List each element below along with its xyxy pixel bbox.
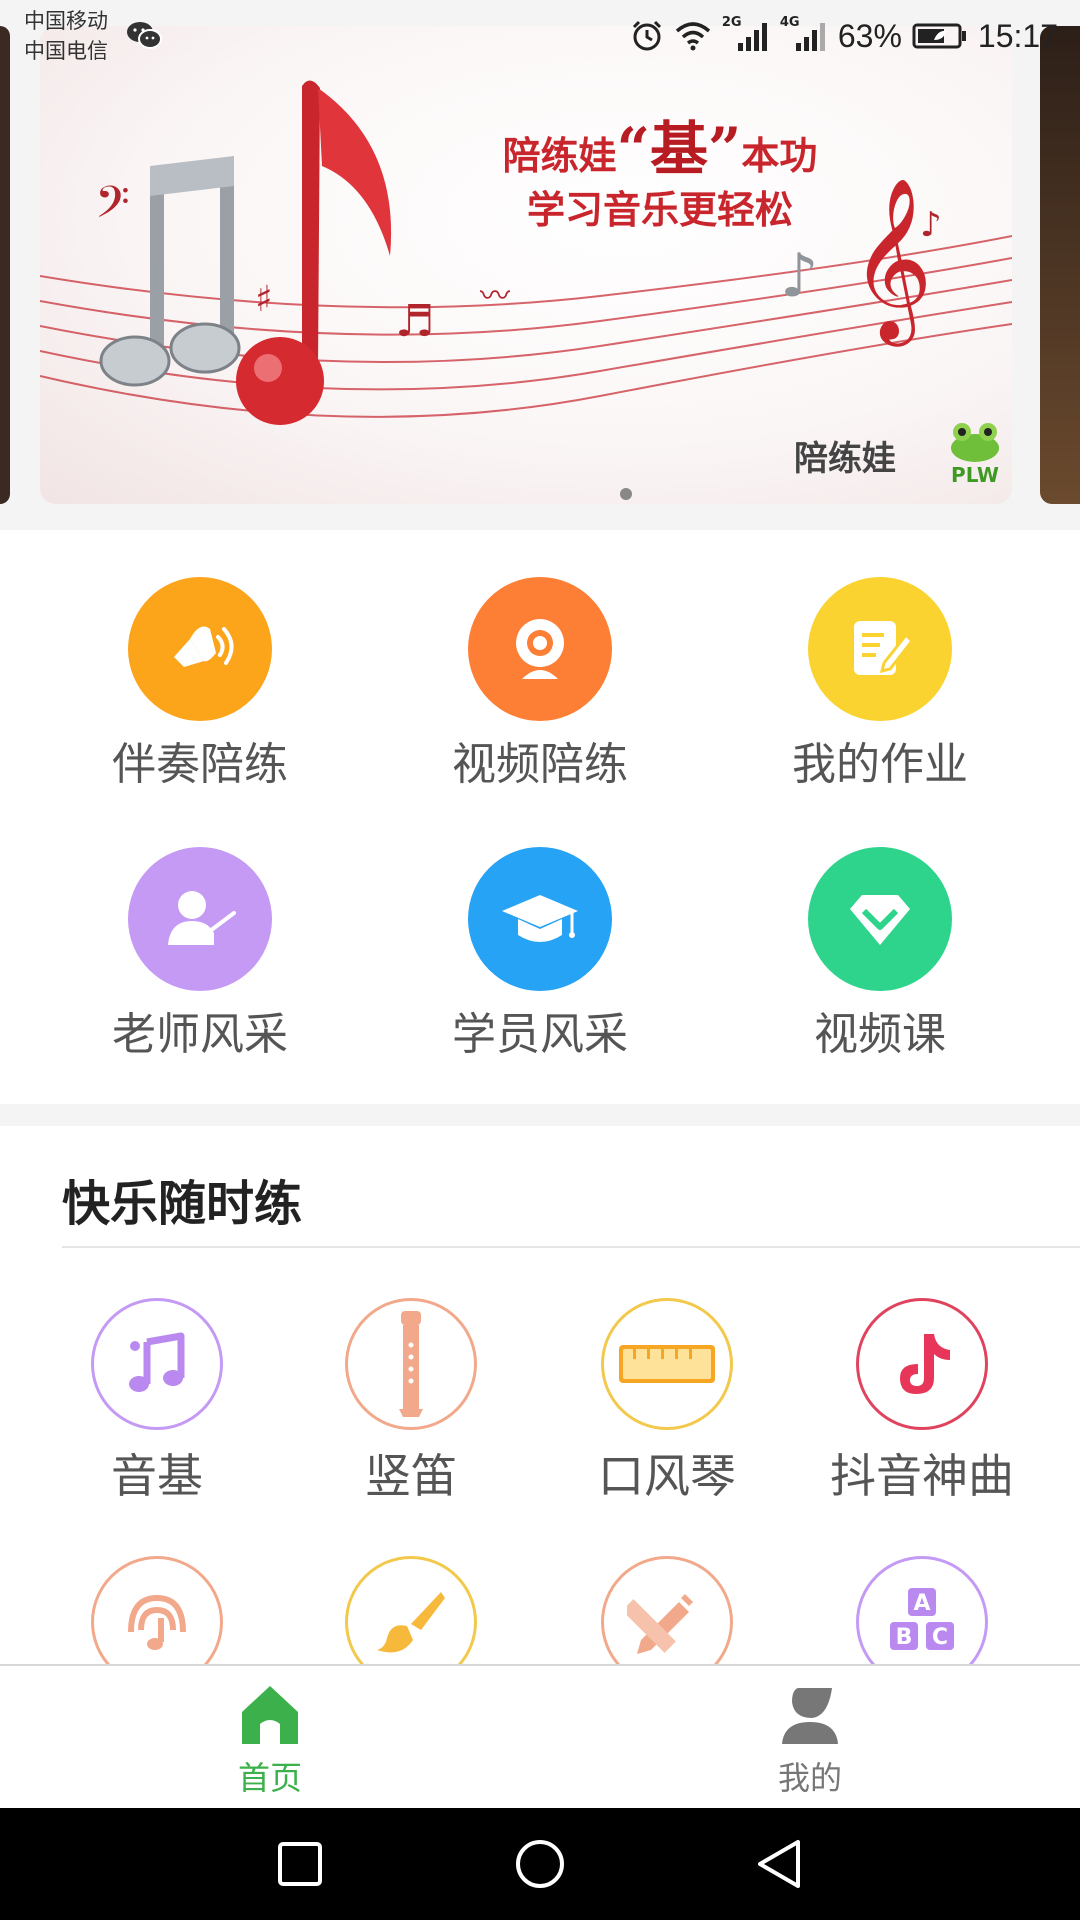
tool-label: 竖笛	[365, 1449, 457, 1503]
menu-teacher-showcase[interactable]: 老师风采	[50, 800, 350, 1060]
frog-logo-icon: PLW	[951, 423, 999, 487]
banner-brand-text: 陪练娃	[794, 439, 896, 479]
menu-circle	[808, 847, 952, 991]
battery-icon	[912, 23, 966, 49]
banner-prev-peek[interactable]	[0, 26, 10, 504]
menu-student-showcase[interactable]: 学员风采	[390, 800, 690, 1060]
svg-text:♬: ♬	[395, 296, 434, 347]
svg-text:𝄞: 𝄞	[850, 177, 933, 347]
tool-douyin-hits[interactable]: 抖音神曲	[812, 1298, 1032, 1508]
svg-text:𝄢: 𝄢	[95, 176, 130, 239]
menu-label: 学员风采	[452, 1009, 628, 1060]
tool-melodica[interactable]: 口风琴	[557, 1298, 777, 1508]
tool-ring	[601, 1298, 733, 1430]
status-indicators: 2G 4G 63% 15:17	[630, 14, 1058, 58]
svg-text:〰: 〰	[480, 279, 510, 314]
pencil-ruler-icon	[627, 1594, 693, 1654]
diamond-icon	[850, 895, 910, 945]
tool-ring	[91, 1298, 223, 1430]
menu-label: 老师风采	[112, 1009, 288, 1060]
headline-suffix: 本功	[741, 133, 818, 178]
menu-label: 我的作业	[792, 739, 968, 790]
graduation-cap-icon	[502, 895, 578, 942]
tab-home-label: 首页	[237, 1759, 302, 1797]
feature-menu-grid: 伴奏陪练 视频陪练 我的作业 老师风采 学员风采 视频课	[0, 530, 1080, 1104]
svg-text:B: B	[896, 1625, 913, 1650]
tab-mine[interactable]: 我的	[540, 1666, 1080, 1808]
listening-icon	[128, 1594, 186, 1650]
red-eighth-note-icon	[236, 80, 392, 425]
svg-text:C: C	[932, 1625, 948, 1650]
menu-video-practice[interactable]: 视频陪练	[390, 530, 690, 790]
banner-next-peek[interactable]	[1040, 26, 1080, 504]
svg-text:♪: ♪	[920, 205, 942, 245]
tool-label: 抖音神曲	[830, 1449, 1014, 1503]
tool-music-theory[interactable]: 音基	[47, 1298, 267, 1508]
wechat-icon	[127, 22, 162, 49]
menu-my-homework[interactable]: 我的作业	[730, 530, 1030, 790]
paintbrush-icon	[377, 1592, 445, 1653]
tool-ring	[345, 1298, 477, 1430]
tab-mine-label: 我的	[777, 1759, 842, 1797]
tool-recorder[interactable]: 竖笛	[301, 1298, 521, 1508]
melodica-icon	[619, 1345, 715, 1383]
status-bar: 中国移动 中国电信 2G 4G 63% 15:17	[0, 0, 1080, 76]
signal-2g-icon: 2G	[722, 15, 770, 53]
tool-label: 音基	[111, 1449, 203, 1503]
carrier-1: 中国移动	[24, 9, 108, 33]
menu-circle	[468, 847, 612, 991]
menu-circle	[128, 577, 272, 721]
signal-4g-icon: 4G	[780, 15, 828, 53]
headline-prefix: 陪练娃	[502, 133, 617, 178]
battery-percent: 63%	[837, 17, 902, 54]
homework-icon	[854, 621, 915, 675]
menu-accompaniment-practice[interactable]: 伴奏陪练	[50, 530, 350, 790]
user-icon	[782, 1688, 838, 1744]
carrier-2: 中国电信	[24, 39, 108, 63]
menu-circle	[128, 847, 272, 991]
tab-home[interactable]: 首页	[0, 1666, 540, 1808]
svg-text:A: A	[913, 1591, 930, 1616]
wifi-icon	[675, 22, 711, 51]
recorder-icon	[399, 1311, 423, 1417]
headline-line2: 学习音乐更轻松	[526, 187, 793, 232]
clock-time: 15:17	[977, 17, 1058, 54]
alarm-icon	[632, 20, 661, 51]
banner-carousel[interactable]: 𝄢 ♯ ♬ 〰 ♪ 𝄞 ♪ 陪练娃“基”本功 学习音乐更轻松 陪练娃 PLW	[0, 0, 1080, 530]
menu-label: 伴奏陪练	[112, 739, 288, 790]
svg-text:♯: ♯	[255, 279, 272, 320]
banner-headline: 陪练娃“基”本功 学习音乐更轻松	[480, 120, 840, 236]
svg-text:♪: ♪	[780, 241, 818, 311]
menu-circle	[468, 577, 612, 721]
menu-circle	[808, 577, 952, 721]
tool-label: 口风琴	[598, 1449, 736, 1503]
carrier-labels: 中国移动 中国电信	[24, 6, 108, 66]
menu-label: 视频课	[814, 1009, 946, 1060]
tiktok-note-icon	[900, 1334, 950, 1394]
carousel-indicator-dot[interactable]	[620, 488, 632, 500]
home-circle-icon[interactable]	[512, 1836, 568, 1892]
banner-slide[interactable]: 𝄢 ♯ ♬ 〰 ♪ 𝄞 ♪ 陪练娃“基”本功 学习音乐更轻松 陪练娃 PLW	[40, 26, 1012, 504]
webcam-icon	[516, 619, 564, 679]
abc-blocks-icon: A B C	[890, 1588, 954, 1650]
tool-ring	[856, 1298, 988, 1430]
recent-apps-icon[interactable]	[272, 1836, 328, 1892]
happy-practice-section: 快乐随时练 音基 竖笛 口风琴 抖音神曲 A B C	[0, 1126, 1080, 1688]
bottom-tab-bar: 首页 我的	[0, 1664, 1080, 1808]
menu-label: 视频陪练	[452, 739, 628, 790]
back-triangle-icon[interactable]	[752, 1836, 808, 1892]
headline-big: “基”	[616, 115, 742, 183]
system-navigation-bar	[0, 1808, 1080, 1920]
music-notes-icon	[129, 1332, 185, 1392]
section-title: 快乐随时练	[62, 1176, 303, 1232]
teacher-icon	[168, 891, 236, 945]
speaker-icon	[174, 626, 234, 667]
logo-text: PLW	[951, 463, 999, 487]
home-icon	[242, 1686, 298, 1744]
menu-video-course[interactable]: 视频课	[730, 800, 1030, 1060]
section-divider	[62, 1246, 1080, 1248]
